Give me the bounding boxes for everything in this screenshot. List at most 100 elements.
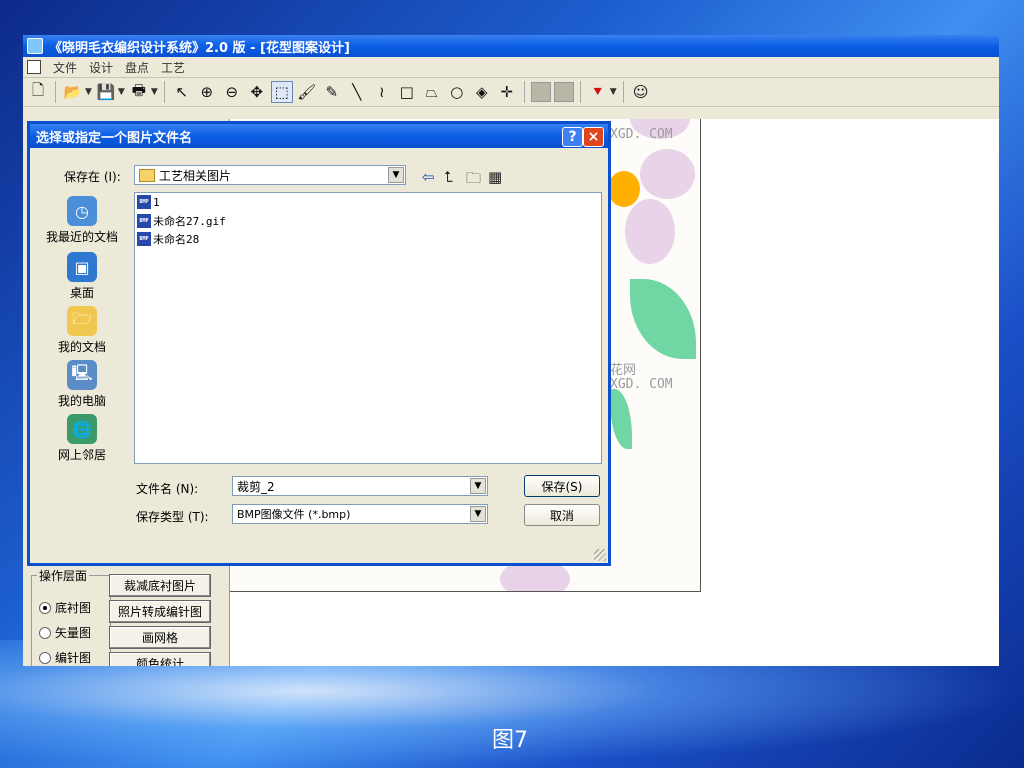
pin-dropdown-icon[interactable]: ▼ xyxy=(610,87,617,97)
up-folder-icon[interactable]: ⮤ xyxy=(444,168,453,186)
list-item[interactable]: BMP 未命名28 xyxy=(137,231,199,247)
curve-icon[interactable]: ≀ xyxy=(371,81,393,103)
dialog-title-bar: 选择或指定一个图片文件名 ? × xyxy=(30,124,608,148)
menu-design[interactable]: 设计 xyxy=(89,59,113,76)
my-computer-icon: 🖳 xyxy=(67,360,97,390)
dialog-title: 选择或指定一个图片文件名 xyxy=(36,130,193,146)
list-item[interactable]: BMP 1 xyxy=(137,195,160,209)
radio-label: 编针图 xyxy=(55,651,92,665)
menu-file[interactable]: 文件 xyxy=(53,59,77,76)
paint-brush-icon[interactable]: 🖌 xyxy=(296,81,318,103)
bmp-file-icon: BMP xyxy=(137,214,151,228)
place-network[interactable]: 🌐 网上邻居 xyxy=(32,414,132,463)
folder-icon xyxy=(139,168,155,182)
save-dropdown-icon[interactable]: ▼ xyxy=(118,87,125,97)
new-folder-icon[interactable]: 🗀 xyxy=(466,168,481,193)
view-menu-icon[interactable]: ▦ xyxy=(488,168,502,186)
toolbar-separator xyxy=(523,81,525,103)
pin-icon[interactable]: ⯆ xyxy=(587,81,609,103)
menu-craft[interactable]: 工艺 xyxy=(161,59,185,76)
network-icon: 🌐 xyxy=(67,414,97,444)
toolbar-separator xyxy=(622,81,624,103)
recent-docs-icon: ◷ xyxy=(67,196,97,226)
fill-icon[interactable]: ◈ xyxy=(471,81,493,103)
open-folder-icon[interactable]: 📂 xyxy=(62,81,84,103)
chevron-down-icon[interactable]: ▼ xyxy=(388,167,404,183)
file-type-select[interactable]: BMP图像文件 (*.bmp) ▼ xyxy=(232,504,488,524)
polygon-icon[interactable]: ⏢ xyxy=(421,81,443,103)
toolbar-separator xyxy=(163,81,165,103)
radio-knit[interactable]: 编针图 xyxy=(39,649,91,666)
place-label: 我的电脑 xyxy=(57,394,106,408)
open-dropdown-icon[interactable]: ▼ xyxy=(85,87,92,97)
pencil-icon[interactable]: ✎ xyxy=(321,81,343,103)
menu-inventory[interactable]: 盘点 xyxy=(125,59,149,76)
close-button[interactable]: × xyxy=(583,127,604,147)
document-icon xyxy=(27,60,41,74)
save-button[interactable]: 保存(S) xyxy=(524,475,600,497)
zoom-out-icon[interactable]: ⊖ xyxy=(221,81,243,103)
bmp-file-icon: BMP xyxy=(137,195,151,209)
print-dropdown-icon[interactable]: ▼ xyxy=(151,87,158,97)
zoom-in-icon[interactable]: ⊕ xyxy=(196,81,218,103)
radio-vector[interactable]: 矢量图 xyxy=(39,624,91,641)
flower-petal xyxy=(625,199,675,264)
save-icon[interactable]: 💾 xyxy=(95,81,117,103)
cancel-button[interactable]: 取消 xyxy=(524,504,600,526)
flower-center xyxy=(608,171,640,207)
move-icon[interactable]: ✥ xyxy=(246,81,268,103)
place-label: 网上邻居 xyxy=(57,448,106,462)
file-name-value: 裁剪_2 xyxy=(237,479,275,494)
help-button[interactable]: ? xyxy=(562,127,583,147)
file-list[interactable]: BMP 1 BMP 未命名27.gif BMP 未命名28 xyxy=(134,192,602,464)
chevron-down-icon[interactable]: ▼ xyxy=(470,506,486,522)
rectangle-icon[interactable]: □ xyxy=(396,81,418,103)
toolbar-separator xyxy=(55,81,56,103)
radio-dot[interactable] xyxy=(39,626,51,639)
place-recent[interactable]: ◷ 我最近的文档 xyxy=(32,196,132,245)
chevron-down-icon[interactable]: ▼ xyxy=(470,478,486,494)
photo-to-knit-button[interactable]: 照片转成编针图 xyxy=(109,600,211,623)
place-desktop[interactable]: ▣ 桌面 xyxy=(32,252,132,301)
line-icon[interactable]: ╲ xyxy=(346,81,368,103)
select-rect-icon[interactable]: ⬚ xyxy=(270,81,293,103)
place-my-computer[interactable]: 🖳 我的电脑 xyxy=(32,360,132,409)
file-name-label: 文件名 (N): xyxy=(136,482,199,496)
undo-icon[interactable] xyxy=(530,82,551,102)
file-name-input[interactable]: 裁剪_2 ▼ xyxy=(232,476,488,496)
resize-grip[interactable] xyxy=(594,549,606,561)
file-name: 未命名27.gif xyxy=(153,215,226,228)
my-documents-icon: 🗁 xyxy=(67,306,97,336)
print-icon[interactable]: 🖶 xyxy=(128,81,150,103)
crop-background-button[interactable]: 裁减底衬图片 xyxy=(109,574,211,597)
new-file-icon[interactable]: 🗋 xyxy=(27,81,49,103)
crosshair-icon[interactable]: ✛ xyxy=(496,81,518,103)
save-in-label: 保存在 (I): xyxy=(64,170,121,184)
leaf-shape xyxy=(630,279,696,359)
list-item[interactable]: BMP 未命名27.gif xyxy=(137,213,226,229)
radio-dot[interactable] xyxy=(39,601,51,614)
place-my-documents[interactable]: 🗁 我的文档 xyxy=(32,306,132,355)
radio-dot[interactable] xyxy=(39,651,51,664)
back-icon[interactable]: ⇦ xyxy=(422,168,435,186)
place-label: 桌面 xyxy=(69,286,94,300)
radio-background[interactable]: 底衬图 xyxy=(39,599,91,616)
save-in-combo[interactable]: 工艺相关图片 ▼ xyxy=(134,165,406,185)
file-type-value: BMP图像文件 (*.bmp) xyxy=(237,508,351,521)
file-name: 1 xyxy=(153,195,160,209)
toolbar-separator xyxy=(579,81,581,103)
ellipse-icon[interactable]: ○ xyxy=(446,81,468,103)
radio-label: 底衬图 xyxy=(55,601,92,615)
draw-grid-button[interactable]: 画网格 xyxy=(109,626,211,649)
avatar-icon[interactable]: ☺ xyxy=(630,81,652,103)
bmp-file-icon: BMP xyxy=(137,232,151,246)
app-icon xyxy=(27,38,43,54)
file-name: 未命名28 xyxy=(153,233,200,246)
watermark-text: XGD. COM xyxy=(610,127,673,142)
watermark-text: 花网 xyxy=(610,363,637,378)
pointer-icon[interactable]: ↖ xyxy=(171,81,193,103)
save-file-dialog: 选择或指定一个图片文件名 ? × 保存在 (I): 工艺相关图片 ▼ ⇦ ⮤ 🗀… xyxy=(27,121,611,566)
color-stats-button[interactable]: 颜色统计 xyxy=(109,652,211,666)
leaf-shape xyxy=(610,389,632,449)
redo-icon[interactable] xyxy=(553,82,574,102)
